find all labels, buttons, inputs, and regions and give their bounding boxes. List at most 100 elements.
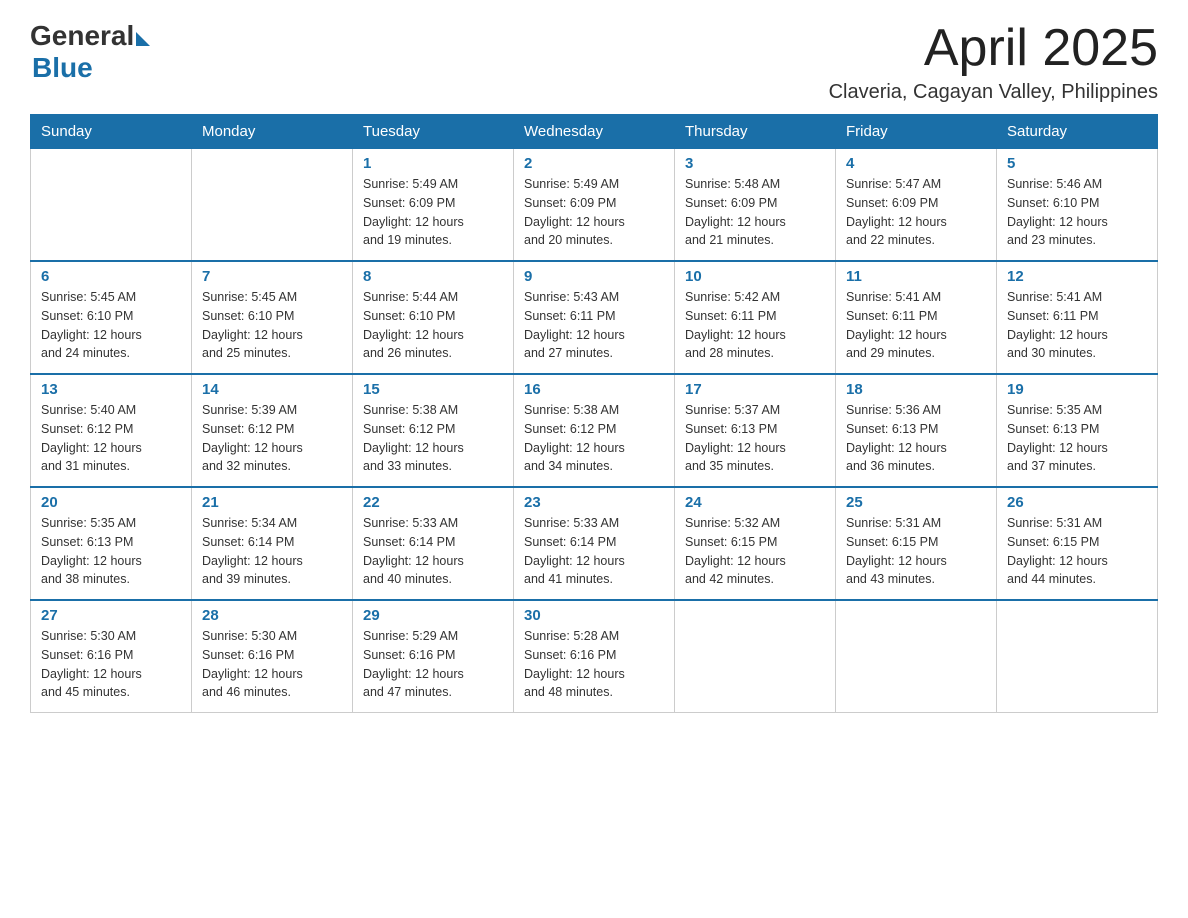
calendar-cell: 7Sunrise: 5:45 AMSunset: 6:10 PMDaylight… <box>192 261 353 374</box>
weekday-header-sunday: Sunday <box>31 115 192 149</box>
calendar-week-row: 6 Sunrise: 5:45 AMSunset: 6:10 PMDaylight… <box>31 261 1158 374</box>
day-number: 29 <box>363 607 503 624</box>
weekday-header-friday: Friday <box>836 115 997 149</box>
calendar-week-row: 1 Sunrise: 5:49 AMSunset: 6:09 PMDaylight… <box>31 149 1158 262</box>
day-number: 12 <box>1007 268 1147 285</box>
day-info: Sunrise: 5:37 AMSunset: 6:13 PMDaylight:… <box>685 401 825 476</box>
calendar-cell: 27 Sunrise: 5:30 AMSunset: 6:16 PMDayligh… <box>31 600 192 713</box>
calendar-cell: 30 Sunrise: 5:28 AMSunset: 6:16 PMDayligh… <box>514 600 675 713</box>
day-number: 22 <box>363 494 503 511</box>
month-title: April 2025 <box>829 20 1158 77</box>
weekday-header-thursday: Thursday <box>675 115 836 149</box>
day-number: 5 <box>1007 155 1147 172</box>
weekday-header-tuesday: Tuesday <box>353 115 514 149</box>
day-info: Sunrise: 5:42 AMSunset: 6:11 PMDaylight:… <box>685 288 825 363</box>
day-number: 3 <box>685 155 825 172</box>
day-number: 26 <box>1007 494 1147 511</box>
logo-blue-text: Blue <box>32 52 93 84</box>
day-number: 25 <box>846 494 986 511</box>
calendar-cell: 8 Sunrise: 5:44 AMSunset: 6:10 PMDaylight… <box>353 261 514 374</box>
day-number: 11 <box>846 268 986 285</box>
calendar-cell: 9 Sunrise: 5:43 AMSunset: 6:11 PMDaylight… <box>514 261 675 374</box>
day-info: Sunrise: 5:48 AMSunset: 6:09 PMDaylight:… <box>685 175 825 250</box>
day-info: Sunrise: 5:35 AMSunset: 6:13 PMDaylight:… <box>41 514 181 589</box>
day-number: 30 <box>524 607 664 624</box>
calendar-header-row: SundayMondayTuesdayWednesdayThursdayFrid… <box>31 115 1158 149</box>
day-number: 28 <box>202 607 342 624</box>
day-number: 16 <box>524 381 664 398</box>
day-number: 15 <box>363 381 503 398</box>
day-info: Sunrise: 5:40 AMSunset: 6:12 PMDaylight:… <box>41 401 181 476</box>
day-info: Sunrise: 5:31 AMSunset: 6:15 PMDaylight:… <box>1007 514 1147 589</box>
calendar-cell: 4 Sunrise: 5:47 AMSunset: 6:09 PMDaylight… <box>836 149 997 262</box>
day-info: Sunrise: 5:33 AMSunset: 6:14 PMDaylight:… <box>363 514 503 589</box>
day-info: Sunrise: 5:45 AMSunset: 6:10 PMDaylight:… <box>41 288 181 363</box>
day-number: 8 <box>363 268 503 285</box>
day-info: Sunrise: 5:44 AMSunset: 6:10 PMDaylight:… <box>363 288 503 363</box>
calendar-cell: 10 Sunrise: 5:42 AMSunset: 6:11 PMDayligh… <box>675 261 836 374</box>
day-info: Sunrise: 5:28 AMSunset: 6:16 PMDaylight:… <box>524 627 664 702</box>
calendar-table: SundayMondayTuesdayWednesdayThursdayFrid… <box>30 114 1158 713</box>
day-info: Sunrise: 5:30 AMSunset: 6:16 PMDaylight:… <box>202 627 342 702</box>
day-info: Sunrise: 5:32 AMSunset: 6:15 PMDaylight:… <box>685 514 825 589</box>
day-number: 17 <box>685 381 825 398</box>
calendar-cell: 3 Sunrise: 5:48 AMSunset: 6:09 PMDaylight… <box>675 149 836 262</box>
calendar-cell <box>836 600 997 713</box>
title-section: April 2025 Claveria, Cagayan Valley, Phi… <box>829 20 1158 104</box>
logo-arrow-icon <box>136 32 150 46</box>
calendar-cell: 14 Sunrise: 5:39 AMSunset: 6:12 PMDayligh… <box>192 374 353 487</box>
day-info: Sunrise: 5:30 AMSunset: 6:16 PMDaylight:… <box>41 627 181 702</box>
day-number: 18 <box>846 381 986 398</box>
day-info: Sunrise: 5:47 AMSunset: 6:09 PMDaylight:… <box>846 175 986 250</box>
day-number: 9 <box>524 268 664 285</box>
calendar-cell: 19 Sunrise: 5:35 AMSunset: 6:13 PMDayligh… <box>997 374 1158 487</box>
calendar-cell: 25 Sunrise: 5:31 AMSunset: 6:15 PMDayligh… <box>836 487 997 600</box>
calendar-cell <box>675 600 836 713</box>
day-number: 7 <box>202 268 342 285</box>
weekday-header-monday: Monday <box>192 115 353 149</box>
calendar-cell: 1 Sunrise: 5:49 AMSunset: 6:09 PMDaylight… <box>353 149 514 262</box>
day-info: Sunrise: 5:41 AMSunset: 6:11 PMDaylight:… <box>846 288 986 363</box>
day-info: Sunrise: 5:31 AMSunset: 6:15 PMDaylight:… <box>846 514 986 589</box>
day-info: Sunrise: 5:39 AMSunset: 6:12 PMDaylight:… <box>202 401 342 476</box>
calendar-cell <box>31 149 192 262</box>
location-title: Claveria, Cagayan Valley, Philippines <box>829 81 1158 104</box>
day-info: Sunrise: 5:49 AMSunset: 6:09 PMDaylight:… <box>524 175 664 250</box>
calendar-cell: 28 Sunrise: 5:30 AMSunset: 6:16 PMDayligh… <box>192 600 353 713</box>
day-info: Sunrise: 5:33 AMSunset: 6:14 PMDaylight:… <box>524 514 664 589</box>
calendar-cell: 11 Sunrise: 5:41 AMSunset: 6:11 PMDayligh… <box>836 261 997 374</box>
calendar-cell: 2 Sunrise: 5:49 AMSunset: 6:09 PMDaylight… <box>514 149 675 262</box>
day-number: 6 <box>41 268 181 285</box>
day-info: Sunrise: 5:36 AMSunset: 6:13 PMDaylight:… <box>846 401 986 476</box>
calendar-cell: 20 Sunrise: 5:35 AMSunset: 6:13 PMDayligh… <box>31 487 192 600</box>
logo: General Blue <box>30 20 150 84</box>
day-info: Sunrise: 5:34 AMSunset: 6:14 PMDaylight:… <box>202 514 342 589</box>
day-number: 1 <box>363 155 503 172</box>
calendar-week-row: 13 Sunrise: 5:40 AMSunset: 6:12 PMDayligh… <box>31 374 1158 487</box>
day-number: 20 <box>41 494 181 511</box>
day-number: 14 <box>202 381 342 398</box>
calendar-cell: 12Sunrise: 5:41 AMSunset: 6:11 PMDayligh… <box>997 261 1158 374</box>
calendar-cell <box>192 149 353 262</box>
day-info: Sunrise: 5:49 AMSunset: 6:09 PMDaylight:… <box>363 175 503 250</box>
day-number: 24 <box>685 494 825 511</box>
day-number: 21 <box>202 494 342 511</box>
calendar-cell: 21 Sunrise: 5:34 AMSunset: 6:14 PMDayligh… <box>192 487 353 600</box>
day-info: Sunrise: 5:29 AMSunset: 6:16 PMDaylight:… <box>363 627 503 702</box>
calendar-cell: 6 Sunrise: 5:45 AMSunset: 6:10 PMDaylight… <box>31 261 192 374</box>
day-info: Sunrise: 5:38 AMSunset: 6:12 PMDaylight:… <box>363 401 503 476</box>
day-number: 27 <box>41 607 181 624</box>
calendar-cell: 5Sunrise: 5:46 AMSunset: 6:10 PMDaylight… <box>997 149 1158 262</box>
calendar-cell: 17 Sunrise: 5:37 AMSunset: 6:13 PMDayligh… <box>675 374 836 487</box>
calendar-cell: 15 Sunrise: 5:38 AMSunset: 6:12 PMDayligh… <box>353 374 514 487</box>
day-number: 10 <box>685 268 825 285</box>
day-info: Sunrise: 5:35 AMSunset: 6:13 PMDaylight:… <box>1007 401 1147 476</box>
calendar-cell: 26 Sunrise: 5:31 AMSunset: 6:15 PMDayligh… <box>997 487 1158 600</box>
calendar-cell: 29 Sunrise: 5:29 AMSunset: 6:16 PMDayligh… <box>353 600 514 713</box>
day-number: 4 <box>846 155 986 172</box>
calendar-cell: 13 Sunrise: 5:40 AMSunset: 6:12 PMDayligh… <box>31 374 192 487</box>
day-number: 2 <box>524 155 664 172</box>
day-number: 13 <box>41 381 181 398</box>
day-info: Sunrise: 5:43 AMSunset: 6:11 PMDaylight:… <box>524 288 664 363</box>
day-number: 19 <box>1007 381 1147 398</box>
